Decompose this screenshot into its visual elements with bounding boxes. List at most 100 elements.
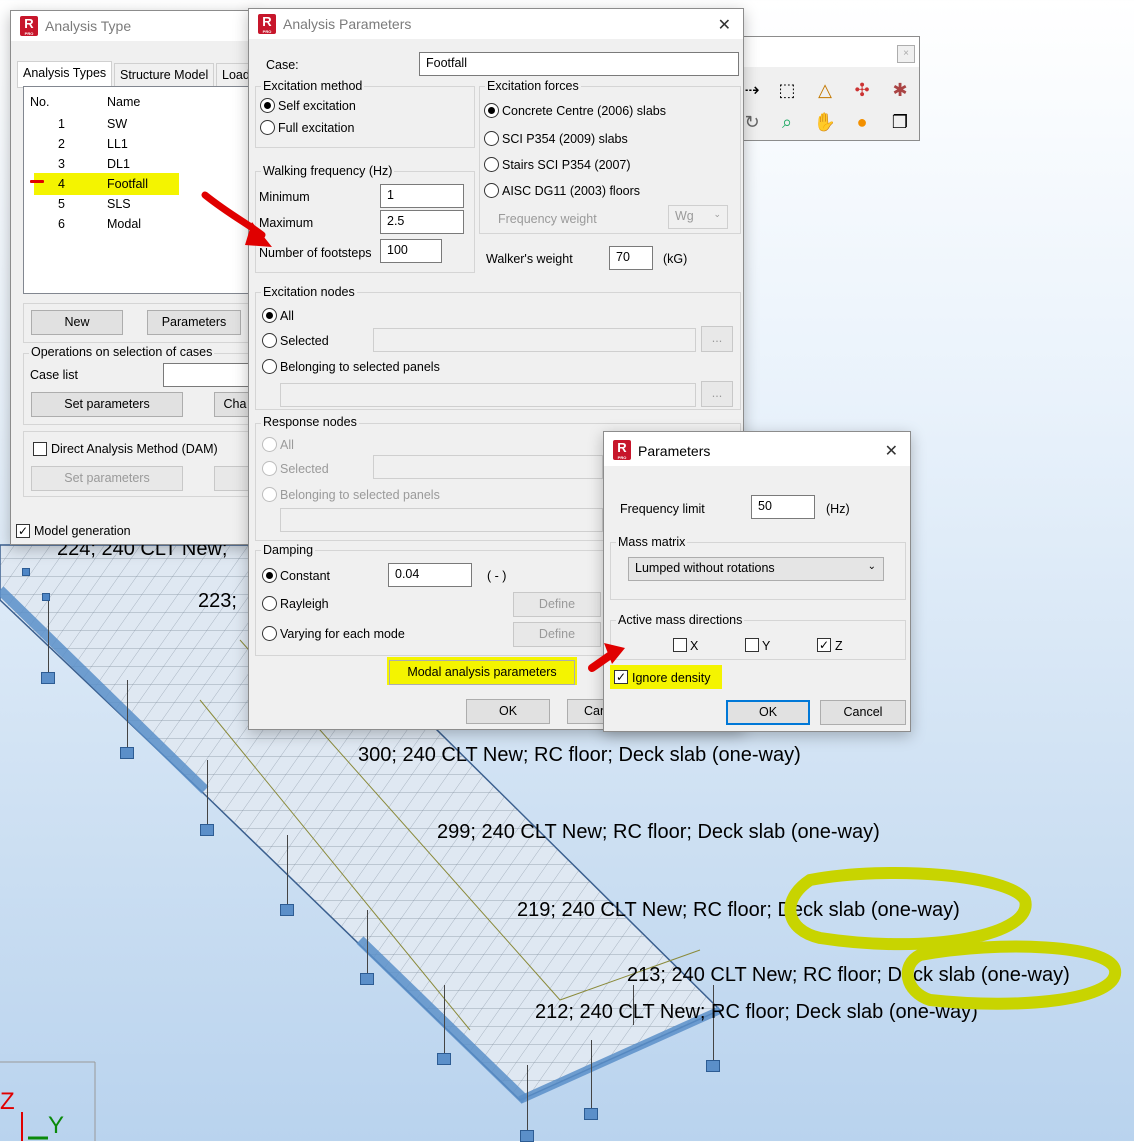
walker-weight-field[interactable]: 70 xyxy=(609,246,653,270)
toolbar-close-button[interactable]: × xyxy=(897,45,915,63)
robot-logo-icon: R xyxy=(258,14,276,34)
model-generation-checkbox[interactable]: ✓ xyxy=(16,524,30,538)
parameters-titlebar: R Parameters ✕ xyxy=(604,432,910,466)
parameters-button[interactable]: Parameters xyxy=(147,310,241,335)
exc-belonging-browse-button[interactable]: ... xyxy=(701,381,733,407)
varying-label: Varying for each mode xyxy=(280,627,405,641)
footsteps-label: Number of footsteps xyxy=(259,246,372,260)
parameters-ok-button[interactable]: OK xyxy=(726,700,810,725)
active-mass-directions-label: Active mass directions xyxy=(616,613,745,627)
robot-logo-icon: R xyxy=(20,16,38,36)
frequency-weight-select[interactable]: Wg ⌄ xyxy=(668,205,728,229)
model-label-223: 223; xyxy=(198,590,237,612)
varying-define-button[interactable]: Define xyxy=(513,622,601,647)
exc-belonging-radio[interactable] xyxy=(262,359,277,374)
close-icon[interactable]: ✕ xyxy=(885,441,898,461)
operations-label: Operations on selection of cases xyxy=(29,345,215,359)
resp-belonging-radio[interactable] xyxy=(262,487,277,502)
set-parameters-button[interactable]: Set parameters xyxy=(31,392,183,417)
z-checkbox[interactable]: ✓ xyxy=(817,638,831,652)
pan-hand-icon[interactable]: ✋ xyxy=(812,109,838,135)
aisc-dg11-radio[interactable] xyxy=(484,183,499,198)
y-checkbox[interactable] xyxy=(745,638,759,652)
exc-belonging-label: Belonging to selected panels xyxy=(280,360,440,374)
minimum-field[interactable]: 1 xyxy=(380,184,464,208)
sci-p354-radio[interactable] xyxy=(484,131,499,146)
case-field[interactable]: Footfall xyxy=(419,52,739,76)
tab-analysis-types[interactable]: Analysis Types xyxy=(17,61,113,87)
truss-icon[interactable]: △ xyxy=(812,77,838,103)
chevron-down-icon: ⌄ xyxy=(867,561,876,572)
force-option-2: SCI P354 (2009) slabs xyxy=(502,132,628,146)
axis-z-label: Z xyxy=(0,1088,15,1115)
model-label-299: 299; 240 CLT New; RC floor; Deck slab (o… xyxy=(437,821,880,843)
resp-all-radio[interactable] xyxy=(262,437,277,452)
maximum-field[interactable]: 2.5 xyxy=(380,210,464,234)
parameters-cancel-button[interactable]: Cancel xyxy=(820,700,906,725)
walker-weight-unit: (kG) xyxy=(663,252,688,266)
sphere-icon[interactable]: ● xyxy=(849,109,875,135)
constant-radio[interactable] xyxy=(262,568,277,583)
self-excitation-radio[interactable] xyxy=(260,98,275,113)
exc-selected-field[interactable] xyxy=(373,328,696,352)
model-generation-label: Model generation xyxy=(34,524,131,538)
constant-field[interactable]: 0.04 xyxy=(388,563,472,587)
parameters-title: Parameters xyxy=(638,443,711,459)
new-button[interactable]: New xyxy=(31,310,123,335)
resp-belonging-label: Belonging to selected panels xyxy=(280,488,440,502)
frame-icon[interactable]: ⬚ xyxy=(774,77,800,103)
stairs-sci-radio[interactable] xyxy=(484,157,499,172)
frequency-unit: (Hz) xyxy=(826,502,850,516)
ok-button[interactable]: OK xyxy=(466,699,550,724)
tab-structure-model[interactable]: Structure Model xyxy=(114,63,215,87)
parameters-window: R Parameters ✕ Frequency limit 50 (Hz) M… xyxy=(603,431,911,732)
dam-set-parameters-button[interactable]: Set parameters xyxy=(31,466,183,491)
bug-icon[interactable]: ✱ xyxy=(887,77,913,103)
rayleigh-radio[interactable] xyxy=(262,596,277,611)
ignore-density-label: Ignore density xyxy=(632,671,711,685)
resp-belonging-field[interactable] xyxy=(280,508,603,532)
resp-selected-field[interactable] xyxy=(373,455,603,479)
cases-list[interactable]: No. Name 1 SW 2 LL1 3 DL1 4 Footfall 5 SLS 6M… xyxy=(23,86,256,294)
z-label: Z xyxy=(835,639,843,653)
exc-selected-radio[interactable] xyxy=(262,333,277,348)
frequency-limit-field[interactable]: 50 xyxy=(751,495,815,519)
layers-icon[interactable]: ❐ xyxy=(887,109,913,135)
self-excitation-label: Self excitation xyxy=(278,99,356,113)
frequency-weight-label: Frequency weight xyxy=(498,212,597,226)
rayleigh-define-button[interactable]: Define xyxy=(513,592,601,617)
constant-label: Constant xyxy=(280,569,331,583)
x-checkbox[interactable] xyxy=(673,638,687,652)
resp-all-label: All xyxy=(280,438,294,452)
exc-selected-label: Selected xyxy=(280,334,329,348)
response-nodes-label: Response nodes xyxy=(261,415,359,429)
constant-unit: ( - ) xyxy=(487,569,507,583)
modal-analysis-parameters-button[interactable]: Modal analysis parameters xyxy=(389,660,575,685)
resp-selected-radio[interactable] xyxy=(262,461,277,476)
exc-selected-browse-button[interactable]: ... xyxy=(701,326,733,352)
full-excitation-label: Full excitation xyxy=(278,121,355,135)
col-no-header: No. xyxy=(30,95,50,109)
exc-all-radio[interactable] xyxy=(262,308,277,323)
case-list-input[interactable] xyxy=(163,363,255,387)
varying-radio[interactable] xyxy=(262,626,277,641)
molecule-icon[interactable]: ✣ xyxy=(849,77,875,103)
concrete-centre-radio[interactable] xyxy=(484,103,499,118)
dam-checkbox[interactable] xyxy=(33,442,47,456)
minimum-label: Minimum xyxy=(259,190,310,204)
excitation-method-label: Excitation method xyxy=(261,79,365,93)
ignore-density-checkbox[interactable]: ✓ xyxy=(614,670,628,684)
y-label: Y xyxy=(762,639,771,653)
case-list-label: Case list xyxy=(30,368,78,382)
maximum-label: Maximum xyxy=(259,216,314,230)
zoom-icon[interactable]: ⌕ xyxy=(774,109,800,135)
resp-selected-label: Selected xyxy=(280,462,329,476)
analysis-type-window: R Analysis Type Analysis Types Structure… xyxy=(10,10,256,545)
full-excitation-radio[interactable] xyxy=(260,120,275,135)
x-label: X xyxy=(690,639,699,653)
exc-belonging-field[interactable] xyxy=(280,383,696,407)
mass-matrix-select[interactable]: Lumped without rotations ⌄ xyxy=(628,557,884,581)
close-icon[interactable]: ✕ xyxy=(718,15,731,35)
footsteps-field[interactable]: 100 xyxy=(380,239,442,263)
analysis-type-titlebar: R Analysis Type xyxy=(11,11,254,41)
